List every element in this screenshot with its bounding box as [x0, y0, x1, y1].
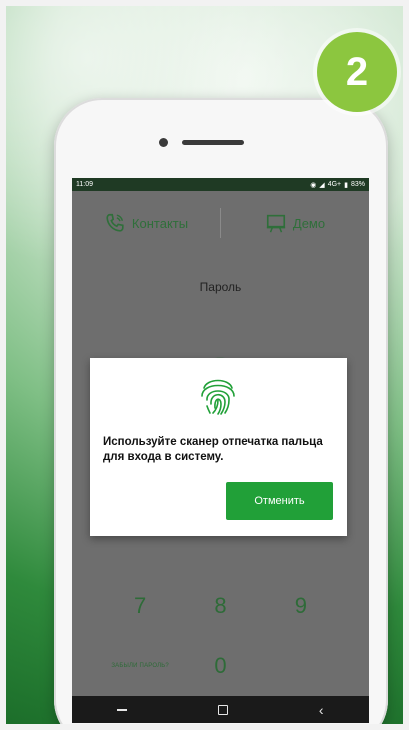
- signal-icon: ◢: [319, 181, 325, 189]
- demo-label: Демо: [292, 215, 326, 231]
- status-icons: ◉ ◢ 4G+ ▮ 83%: [310, 181, 365, 189]
- fingerprint-dialog: Используйте сканер отпечатка пальца для …: [90, 358, 347, 536]
- key-7[interactable]: 7: [110, 593, 170, 619]
- recent-apps-icon[interactable]: [117, 708, 128, 711]
- keypad-row: 7 8 9: [72, 576, 369, 636]
- back-icon[interactable]: ‹: [319, 702, 324, 718]
- promo-background: 2 11:09 ◉ ◢ 4G+ ▮ 83% Контакты Демо Паро…: [6, 6, 403, 724]
- password-label: Пароль: [199, 280, 242, 294]
- network-type: 4G+: [327, 181, 342, 188]
- key-8[interactable]: 8: [190, 593, 250, 619]
- presentation-screen-icon: [266, 214, 286, 233]
- phone-speaker: [182, 140, 244, 145]
- status-time: 11:09: [76, 181, 93, 188]
- key-9[interactable]: 9: [271, 593, 331, 619]
- cancel-button[interactable]: Отменить: [226, 482, 333, 520]
- keypad-row: ЗАБЫЛИ ПАРОЛЬ? 0: [72, 636, 369, 696]
- dialog-message: Используйте сканер отпечатка пальца для …: [103, 436, 323, 463]
- contacts-label: Контакты: [131, 215, 189, 231]
- step-number-badge: 2: [317, 32, 397, 112]
- top-navigation: Контакты Демо: [72, 198, 369, 248]
- demo-tab[interactable]: Демо: [221, 212, 369, 234]
- wifi-icon: ◉: [310, 181, 317, 189]
- key-0[interactable]: 0: [190, 653, 250, 679]
- battery-level: 83%: [350, 181, 365, 188]
- forgot-password-link[interactable]: ЗАБЫЛИ ПАРОЛЬ?: [110, 663, 170, 670]
- phone-camera: [159, 138, 168, 147]
- keypad: 7 8 9 ЗАБЫЛИ ПАРОЛЬ? 0: [72, 576, 369, 696]
- android-navigation-bar: ‹: [72, 696, 369, 723]
- home-icon[interactable]: [218, 704, 229, 715]
- fingerprint-icon: [201, 379, 235, 415]
- contacts-tab[interactable]: Контакты: [72, 212, 220, 234]
- phone-call-icon: [106, 213, 124, 232]
- status-bar: 11:09 ◉ ◢ 4G+ ▮ 83%: [72, 178, 369, 191]
- battery-icon: ▮: [344, 181, 348, 189]
